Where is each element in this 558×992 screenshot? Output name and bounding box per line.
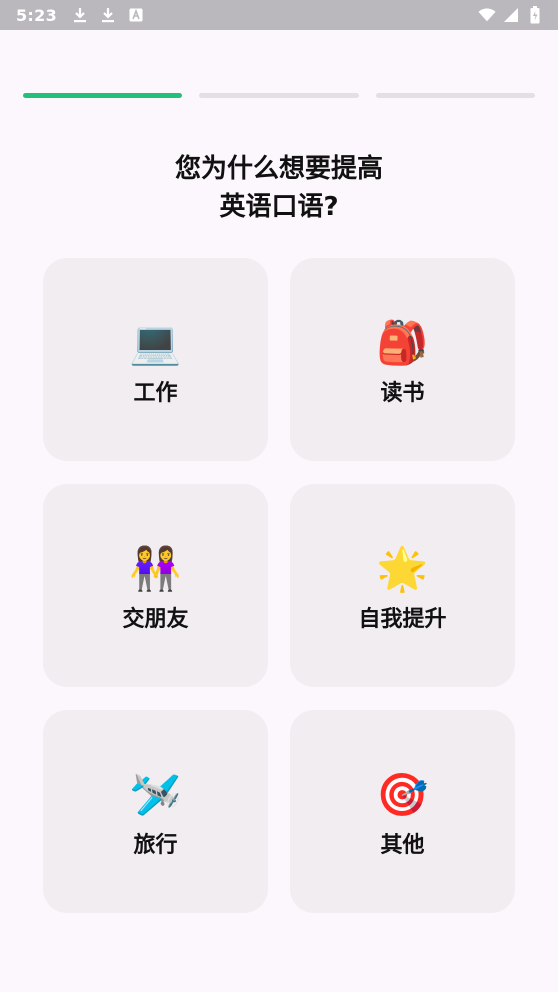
option-label: 交朋友 bbox=[122, 606, 189, 632]
status-bar: 5:23 bbox=[0, 0, 558, 30]
airplane-icon: 🛩️ bbox=[129, 769, 182, 819]
download-icon bbox=[71, 6, 89, 24]
progress-step-3 bbox=[375, 93, 535, 98]
option-label: 自我提升 bbox=[358, 606, 447, 632]
download-icon bbox=[99, 6, 117, 24]
status-time: 5:23 bbox=[16, 5, 57, 25]
option-label: 读书 bbox=[380, 380, 425, 406]
option-work[interactable]: 💻 工作 bbox=[43, 258, 268, 461]
progress-step-1 bbox=[23, 93, 183, 98]
system-icons bbox=[478, 6, 544, 24]
battery-icon bbox=[526, 6, 544, 24]
option-other[interactable]: 🎯 其他 bbox=[290, 710, 515, 913]
option-make-friends[interactable]: 👭 交朋友 bbox=[43, 484, 268, 687]
option-label: 其他 bbox=[380, 832, 425, 858]
backpack-icon: 🎒 bbox=[376, 317, 429, 367]
option-study[interactable]: 🎒 读书 bbox=[290, 258, 515, 461]
options-grid: 💻 工作 🎒 读书 👭 交朋友 🌟 自我提升 🛩️ 旅行 🎯 其他 bbox=[43, 258, 515, 913]
notification-icons bbox=[71, 6, 145, 24]
option-label: 旅行 bbox=[133, 832, 178, 858]
question-line-1: 您为什么想要提高 bbox=[174, 154, 383, 184]
option-label: 工作 bbox=[133, 380, 178, 406]
question-line-2: 英语口语? bbox=[219, 192, 339, 222]
a-box-icon bbox=[127, 6, 145, 24]
target-icon: 🎯 bbox=[376, 769, 429, 819]
star-icon: 🌟 bbox=[376, 543, 429, 593]
option-self-improvement[interactable]: 🌟 自我提升 bbox=[290, 484, 515, 687]
question-title: 您为什么想要提高 英语口语? bbox=[0, 150, 558, 226]
option-travel[interactable]: 🛩️ 旅行 bbox=[43, 710, 268, 913]
laptop-icon: 💻 bbox=[129, 317, 182, 367]
friends-icon: 👭 bbox=[129, 543, 182, 593]
wifi-icon bbox=[478, 6, 496, 24]
signal-icon bbox=[502, 6, 520, 24]
progress-step-2 bbox=[199, 93, 359, 98]
progress-indicator bbox=[23, 93, 535, 98]
